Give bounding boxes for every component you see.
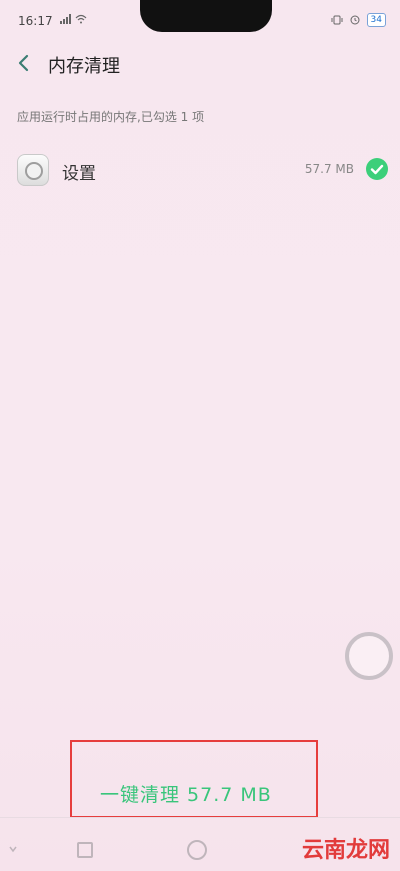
- status-right: 34: [331, 13, 386, 27]
- chevron-left-icon[interactable]: [14, 52, 34, 74]
- alarm-icon: [350, 15, 360, 25]
- one-key-clean-button[interactable]: 一键清理 57.7 MB: [100, 780, 272, 807]
- page-title: 内存清理: [48, 56, 120, 77]
- signal-icon: [60, 14, 71, 24]
- wifi-icon: [75, 14, 87, 24]
- header: 内存清理: [0, 44, 400, 84]
- checkmark-icon: [370, 164, 384, 175]
- selection-summary: 应用运行时占用的内存,已勾选 1 项: [17, 110, 205, 124]
- status-bar: 16:17 34: [0, 0, 400, 36]
- settings-icon: [17, 154, 49, 186]
- screen: 16:17 34 内存清理 应用运行时占用的内存,已勾选 1 项 设置 57.7…: [0, 0, 400, 871]
- battery-indicator: 34: [366, 13, 386, 27]
- vibrate-icon: [331, 15, 343, 25]
- status-time: 16:17: [18, 14, 53, 28]
- nav-back-icon[interactable]: [8, 844, 18, 854]
- watermark-logo: 云南龙网: [301, 838, 390, 863]
- list-item-app[interactable]: 设置 57.7 MB: [0, 148, 400, 194]
- home-icon[interactable]: [187, 840, 207, 860]
- app-name: 设置: [62, 164, 96, 184]
- recent-apps-icon[interactable]: [77, 842, 93, 858]
- check-circle-icon[interactable]: [366, 158, 388, 180]
- floating-assist-icon[interactable]: [345, 632, 393, 680]
- status-icons: [60, 14, 87, 24]
- divider: [0, 817, 400, 818]
- app-memory-size: 57.7 MB: [304, 162, 354, 176]
